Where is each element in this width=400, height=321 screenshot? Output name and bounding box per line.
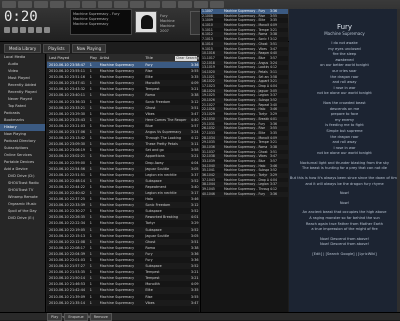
sidebar-item[interactable]: Video [0,68,45,75]
sidebar-item[interactable]: Orgasmic Music [0,201,45,208]
pause-icon[interactable] [20,27,26,33]
song-display: Machine Supremacy - Fury Machine Suprema… [70,9,132,35]
library-tree: Local Media Audio Video Most Played Recently… [0,54,46,312]
tab-media-library[interactable]: Media Library [4,44,42,53]
column-header[interactable]: Last Played [47,54,88,61]
lyrics-title: Fury [336,23,353,31]
table-cell: Machine Supremacy [99,300,135,305]
meta-line: 2007 [160,29,169,33]
toolbar-button[interactable] [114,1,128,8]
playlist-cell: 40.1046 [202,191,215,196]
tab-now-playing[interactable]: Now Playing [71,44,107,53]
sidebar-item[interactable]: Now Playing [0,131,45,138]
toolbar-button[interactable] [50,1,64,8]
eject-icon[interactable] [44,27,50,33]
track-meta: Fury Machine Machine 2007 [160,14,175,34]
toolbar-button[interactable] [210,1,224,8]
table-cell: 3:47 [190,300,199,305]
previous-icon[interactable] [4,27,10,33]
sidebar-item[interactable]: Podcasts [0,110,45,117]
lyrics-line: [Edit] | [Search Google] | [LyricWiki] [312,252,377,256]
history-table: Last Played Play Count Artist Title Leng… [47,54,199,312]
column-header[interactable]: Play Count [88,54,98,61]
next-icon[interactable] [36,27,42,33]
sidebar-item[interactable]: SHOUTcast Radio [0,180,45,187]
lyrics-text: I do not awake my eyes unclosed fire the s… [289,41,400,258]
table-cell: 1 [89,300,92,305]
toolbar-button[interactable] [18,1,32,8]
toolbar-button[interactable] [98,1,112,8]
table-cell: 2010-06-10 21:35:14 [49,300,86,305]
elapsed-time: 0:20 [4,9,38,25]
lyrics-panel: Fury Machine Supremacy I do not awake my … [289,9,400,312]
toolbar [0,0,230,9]
sidebar-item[interactable]: Local Media [0,54,45,61]
sidebar-item[interactable]: Spoil of the Day [0,208,45,215]
toolbar-button[interactable] [146,1,160,8]
toolbar-button[interactable] [178,1,192,8]
sidebar-item[interactable]: History [0,124,45,131]
lyrics-line: and it will always be the dragon fury rh… [305,181,384,186]
table-body: 2010-06-10 23:58:47 1 Machine Supremacy Fur… [47,62,199,306]
album-art-figure [141,15,153,29]
column-header[interactable]: Artist [98,54,144,61]
sidebar-item[interactable]: SHOUTcast TV [0,187,45,194]
lyrics-line: But this is how it's always been since s… [289,176,400,181]
playlist-cell: 3:36 [270,191,277,196]
toolbar-button[interactable] [66,1,80,8]
toolbar-button[interactable] [130,1,144,8]
library-tabs: Media Library Playlists Now Playing [4,44,107,53]
sidebar-item[interactable]: Audio [0,61,45,68]
album-art [135,11,157,33]
table-row[interactable]: 2010-06-10 21:35:14 1 Machine Supremacy Vib… [47,299,199,306]
lyrics-line: The beast is hunting for a prey that can… [301,166,388,171]
toolbar-button[interactable] [162,1,176,8]
sidebar-item[interactable]: Podcast Directory [0,138,45,145]
sidebar-item[interactable]: Bookmarks [0,117,45,124]
toolbar-button[interactable] [194,1,208,8]
playlist-cell: Machine Supremacy - Fury [224,191,266,196]
playlist: 1.1007 Machine Supremacy - Fury 3:36 2.1008… [200,9,288,312]
toolbar-button[interactable] [2,1,16,8]
sidebar-item[interactable]: Online Services [0,152,45,159]
display-line: Machine Supremacy [73,22,109,26]
sidebar-item[interactable]: Never Played [0,96,45,103]
playlist-item[interactable]: 40.1046 Machine Supremacy - Fury 3:36 [201,191,288,197]
toolbar-button[interactable] [82,1,96,8]
sidebar-item[interactable]: Subscriptions [0,145,45,152]
sidebar-item[interactable]: Add a Device [0,166,45,173]
stop-icon[interactable] [28,27,34,33]
sidebar-item[interactable]: DVD Drive (E:) [0,215,45,222]
sidebar-item[interactable]: DVD Drive (D:) [0,173,45,180]
transport-controls [4,27,50,33]
sidebar-item[interactable]: Top Rated [0,103,45,110]
sidebar-item[interactable]: Winamp Remote [0,194,45,201]
tab-playlists[interactable]: Playlists [43,44,70,53]
sidebar-item[interactable]: Most Played [0,75,45,82]
toolbar-button[interactable] [34,1,48,8]
sidebar-item[interactable]: Portable Devices [0,159,45,166]
lyrics-artist: Machine Supremacy [324,31,365,36]
sidebar-item[interactable]: Recently Added [0,82,45,89]
clear-search-button[interactable]: Clear Search [175,56,197,61]
table-cell: Vibes [145,300,155,305]
play-icon[interactable] [12,27,18,33]
sidebar-item[interactable]: Recently Played [0,89,45,96]
